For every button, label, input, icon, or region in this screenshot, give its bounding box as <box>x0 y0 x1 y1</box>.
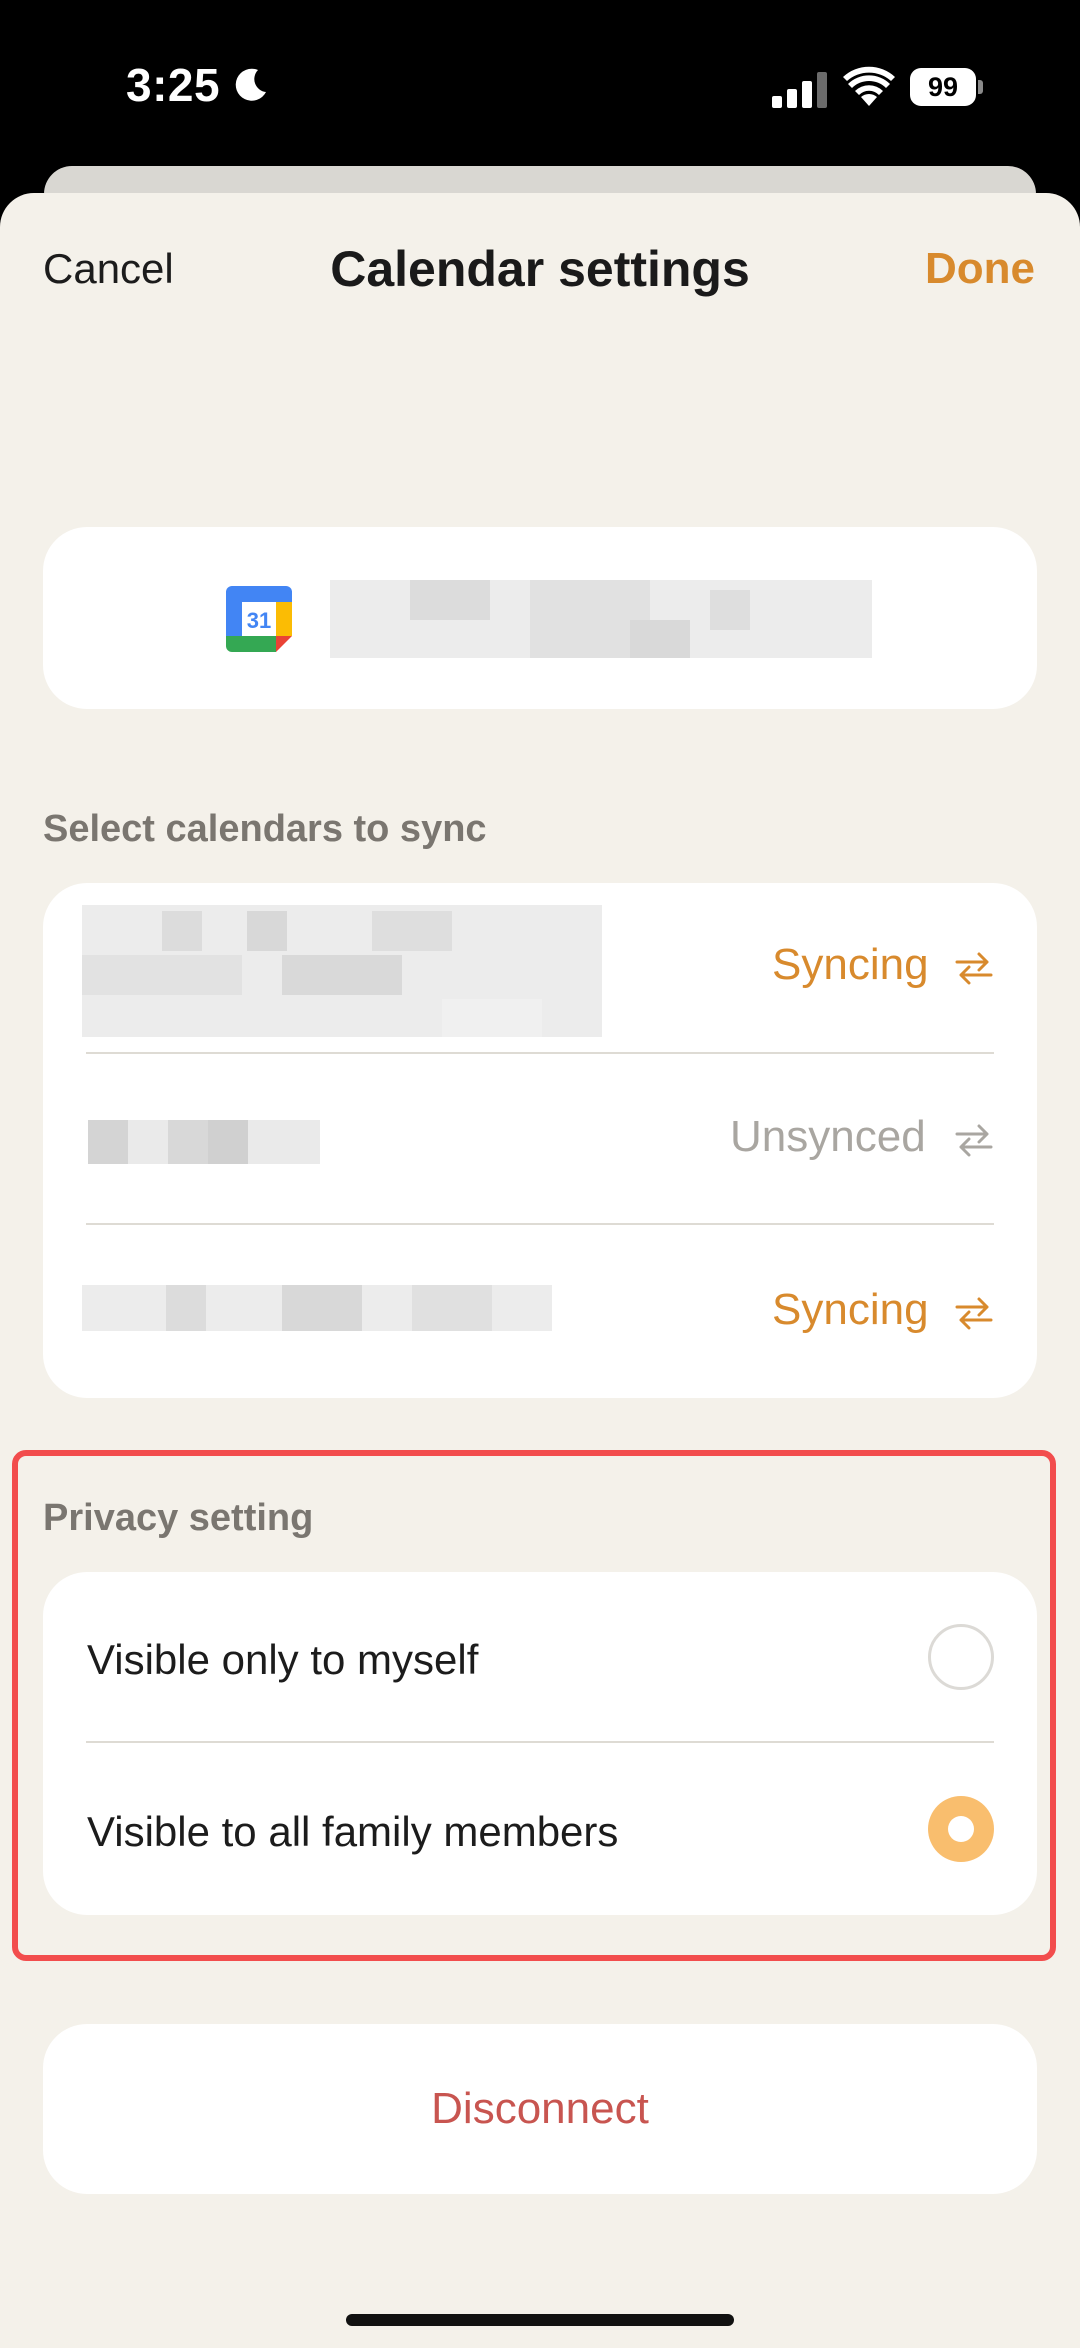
signal-icon <box>772 72 827 108</box>
page-title: Calendar settings <box>330 241 750 297</box>
privacy-section-label: Privacy setting <box>43 1497 314 1539</box>
calendars-section-label: Select calendars to sync <box>43 808 487 850</box>
status-bar: 3:25 99 <box>0 0 1080 170</box>
sync-arrows-icon[interactable] <box>955 951 993 985</box>
status-time: 3:25 <box>126 59 221 111</box>
radio-visible-only-myself[interactable] <box>928 1624 994 1690</box>
row-divider <box>86 1052 994 1054</box>
option-visible-only-myself[interactable]: Visible only to myself <box>87 1636 478 1684</box>
sync-arrows-icon[interactable] <box>955 1123 993 1157</box>
home-indicator[interactable] <box>346 2314 734 2326</box>
google-calendar-icon: 31 <box>226 586 292 652</box>
option-visible-all-family[interactable]: Visible to all family members <box>87 1808 618 1856</box>
calendar-status-syncing[interactable]: Syncing <box>772 1285 929 1335</box>
row-divider <box>86 1741 994 1743</box>
battery-level: 99 <box>910 68 976 106</box>
row-divider <box>86 1223 994 1225</box>
account-name-redacted <box>330 580 872 658</box>
calendar-name-redacted <box>82 905 602 1037</box>
done-button[interactable]: Done <box>925 244 1035 294</box>
privacy-card <box>43 1572 1037 1915</box>
disconnect-label[interactable]: Disconnect <box>43 2084 1037 2134</box>
wifi-icon <box>843 66 895 106</box>
moon-icon <box>235 68 266 101</box>
calendar-name-redacted <box>82 1285 552 1331</box>
radio-visible-all-family[interactable] <box>928 1796 994 1862</box>
sync-arrows-icon[interactable] <box>955 1296 993 1330</box>
battery-icon: 99 <box>910 68 984 106</box>
calendar-name-redacted <box>88 1120 320 1164</box>
google-calendar-icon-date: 31 <box>247 608 271 633</box>
calendar-status-unsynced[interactable]: Unsynced <box>730 1112 926 1162</box>
calendar-status-syncing[interactable]: Syncing <box>772 940 929 990</box>
